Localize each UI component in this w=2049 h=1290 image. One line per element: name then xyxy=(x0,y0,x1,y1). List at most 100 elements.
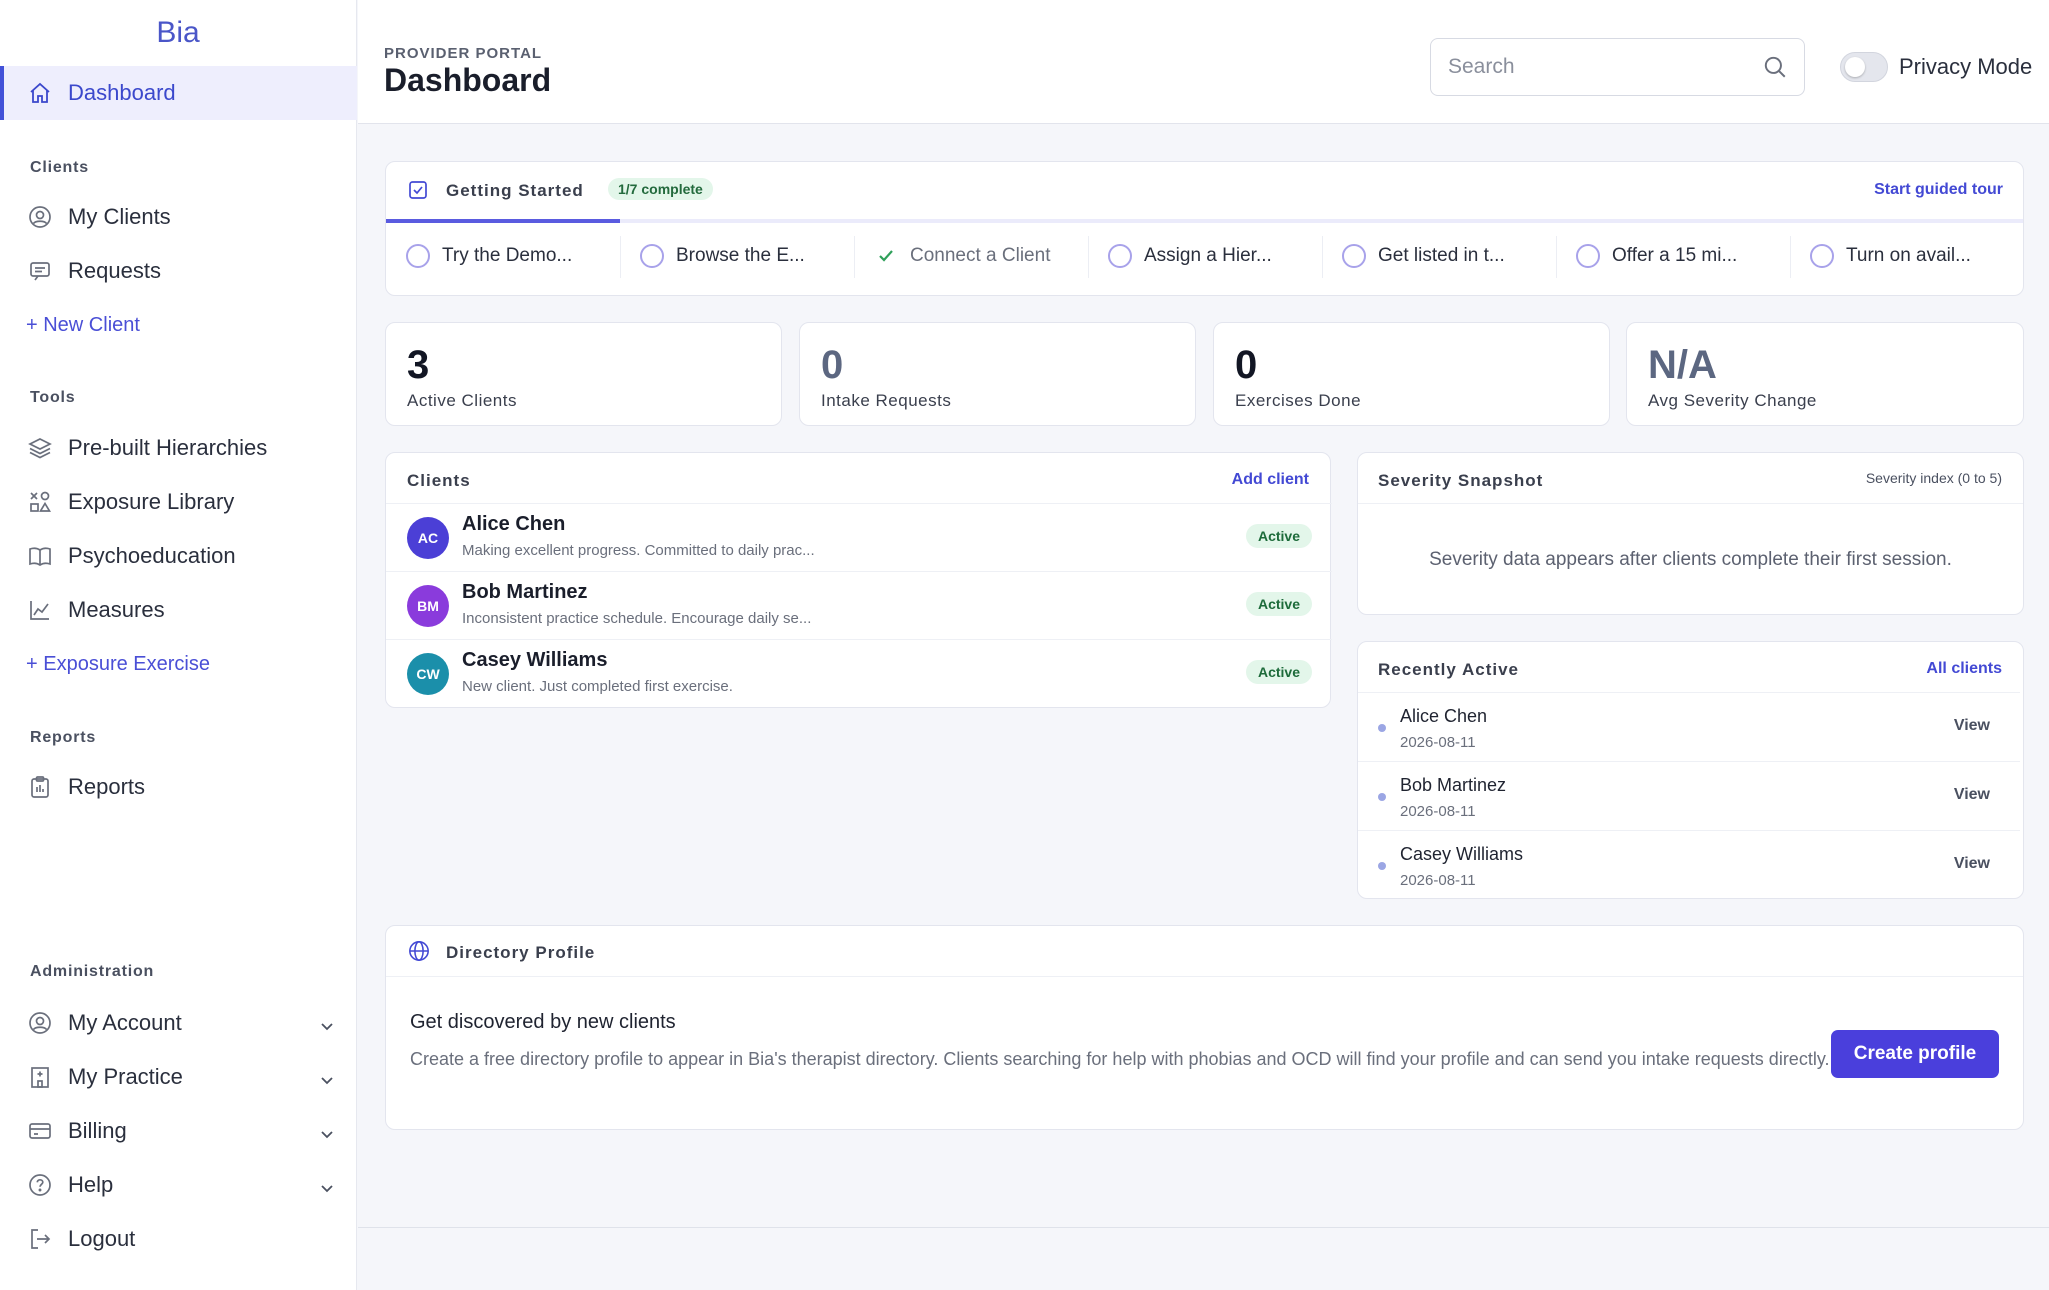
client-row[interactable]: AC Alice Chen Making excellent progress. C… xyxy=(386,503,1332,571)
stat-card-avg-severity-change: N/A Avg Severity Change xyxy=(1626,322,2024,426)
stat-card-exercises-done: 0 Exercises Done xyxy=(1213,322,1610,426)
step-circle-icon xyxy=(1342,244,1366,268)
step-divider xyxy=(1322,236,1323,278)
search-icon[interactable] xyxy=(1762,54,1788,85)
sidebar-item-label: Billing xyxy=(68,1118,127,1143)
check-icon xyxy=(874,244,898,268)
getting-started-card: Getting Started 1/7 complete Start guide… xyxy=(385,161,2024,296)
sidebar-item-my-account[interactable]: My Account xyxy=(0,996,357,1050)
stat-label: Active Clients xyxy=(407,391,517,410)
step-circle-icon xyxy=(640,244,664,268)
sidebar-item-label: Measures xyxy=(68,597,165,622)
step-item[interactable]: Get listed in t... xyxy=(1322,223,1556,289)
client-name[interactable]: Bob Martinez xyxy=(462,581,588,604)
client-name[interactable]: Alice Chen xyxy=(462,513,565,536)
avatar: BM xyxy=(407,585,449,627)
layers-icon xyxy=(26,434,54,462)
clients-card: Clients Add client AC Alice Chen Making ex… xyxy=(385,452,1332,708)
directory-profile-card: Directory Profile Get discovered by new … xyxy=(385,925,2024,1130)
stat-label: Avg Severity Change xyxy=(1648,391,1817,410)
app-logo[interactable]: Bia xyxy=(0,0,356,66)
recent-client-name: Bob Martinez xyxy=(1400,775,1507,795)
recent-date: 2026-08-11 xyxy=(1400,803,1476,820)
sidebar-item-label: Logout xyxy=(68,1226,136,1251)
sidebar-item-label: Requests xyxy=(68,258,161,283)
view-link[interactable]: View xyxy=(1954,717,1990,735)
sidebar-item-measures[interactable]: Measures xyxy=(0,583,357,637)
chart-line-icon xyxy=(26,596,54,624)
recently-active-title: Recently Active xyxy=(1378,660,1519,679)
chevron-down-icon xyxy=(319,1122,335,1148)
stat-value: 3 xyxy=(407,343,430,387)
sidebar-item-psychoeducation[interactable]: Psychoeducation xyxy=(0,529,357,583)
sidebar-item-billing[interactable]: Billing xyxy=(0,1104,357,1158)
sidebar-item-new-client[interactable]: + New Client xyxy=(0,298,357,352)
view-link[interactable]: View xyxy=(1954,786,1990,804)
add-client-link[interactable]: Add client xyxy=(1232,471,1309,489)
avatar: AC xyxy=(407,517,449,559)
step-circle-icon xyxy=(1108,244,1132,268)
severity-title: Severity Snapshot xyxy=(1378,471,1544,490)
step-item[interactable]: Browse the E... xyxy=(620,223,854,289)
recent-row: Casey Williams 2026-08-11 View xyxy=(1358,830,2020,899)
sidebar-item-dashboard[interactable]: Dashboard xyxy=(0,66,357,120)
privacy-mode-label: Privacy Mode xyxy=(1899,54,2033,79)
recent-row: Alice Chen 2026-08-11 View xyxy=(1358,692,2020,761)
sidebar-item-pre-built-hierarchies[interactable]: Pre-built Hierarchies xyxy=(0,421,357,475)
search-box[interactable] xyxy=(1430,38,1805,96)
status-dot xyxy=(1378,724,1386,732)
client-row[interactable]: CW Casey Williams New client. Just complet… xyxy=(386,639,1332,707)
sidebar-item-my-clients[interactable]: My Clients xyxy=(0,190,357,244)
sidebar-item-reports[interactable]: Reports xyxy=(0,760,357,814)
step-item[interactable]: Assign a Hier... xyxy=(1088,223,1322,289)
status-dot xyxy=(1378,793,1386,801)
view-link[interactable]: View xyxy=(1954,855,1990,873)
checkbox-icon xyxy=(408,180,428,205)
search-input[interactable] xyxy=(1431,39,1731,95)
sidebar-item-label: Exposure Library xyxy=(68,489,235,514)
progress-pill: 1/7 complete xyxy=(608,178,713,200)
toggle-knob xyxy=(1845,57,1865,77)
clients-title: Clients xyxy=(407,471,471,490)
sidebar-item-label: Reports xyxy=(68,774,146,799)
logout-icon xyxy=(26,1225,54,1253)
chevron-down-icon xyxy=(319,1014,335,1040)
recent-date: 2026-08-11 xyxy=(1400,734,1476,751)
sidebar-item-help[interactable]: Help xyxy=(0,1158,357,1212)
step-item[interactable]: Turn on avail... xyxy=(1790,223,2024,289)
client-name[interactable]: Casey Williams xyxy=(462,649,607,672)
sidebar-item-my-practice[interactable]: My Practice xyxy=(0,1050,357,1104)
step-circle-icon xyxy=(1576,244,1600,268)
sidebar-item-exposure-library[interactable]: Exposure Library xyxy=(0,475,357,529)
create-profile-button[interactable]: Create profile xyxy=(1831,1030,1999,1078)
client-row[interactable]: BM Bob Martinez Inconsistent practice sche… xyxy=(386,571,1332,639)
start-guided-tour-link[interactable]: Start guided tour xyxy=(1874,181,2003,199)
all-clients-link[interactable]: All clients xyxy=(1926,660,2002,678)
step-label: Get listed in t... xyxy=(1378,245,1505,266)
step-item[interactable]: Offer a 15 mi... xyxy=(1556,223,1790,289)
sidebar-item-label: Psychoeducation xyxy=(68,543,236,568)
stat-label: Intake Requests xyxy=(821,391,952,410)
stat-card-active-clients: 3 Active Clients xyxy=(385,322,782,426)
help-circle-icon xyxy=(26,1171,54,1199)
sidebar-item-label: My Clients xyxy=(68,204,171,229)
portal-eyebrow: PROVIDER PORTAL xyxy=(384,45,543,62)
section-label-tools: Tools xyxy=(30,389,76,406)
shapes-icon xyxy=(26,488,54,516)
stat-label: Exercises Done xyxy=(1235,391,1362,410)
client-note: New client. Just completed first exercis… xyxy=(462,678,733,695)
sidebar-item-logout[interactable]: Logout xyxy=(0,1212,357,1266)
clipboard-icon xyxy=(26,773,54,801)
privacy-mode-toggle[interactable] xyxy=(1840,52,1888,82)
step-circle-icon xyxy=(1810,244,1834,268)
sidebar-item-label: Pre-built Hierarchies xyxy=(68,435,268,460)
sidebar-item-label: Help xyxy=(68,1172,114,1197)
step-item[interactable]: Try the Demo... xyxy=(386,223,620,289)
severity-empty-text: Severity data appears after clients comp… xyxy=(1429,549,1952,570)
sidebar-item-requests[interactable]: Requests xyxy=(0,244,357,298)
severity-snapshot-card: Severity Snapshot Severity index (0 to 5… xyxy=(1357,452,2024,615)
user-circle-icon xyxy=(26,203,54,231)
step-item[interactable]: Connect a Client xyxy=(854,223,1088,289)
section-label-reports: Reports xyxy=(30,729,97,746)
sidebar-item-exposure-exercise[interactable]: + Exposure Exercise xyxy=(0,637,357,691)
